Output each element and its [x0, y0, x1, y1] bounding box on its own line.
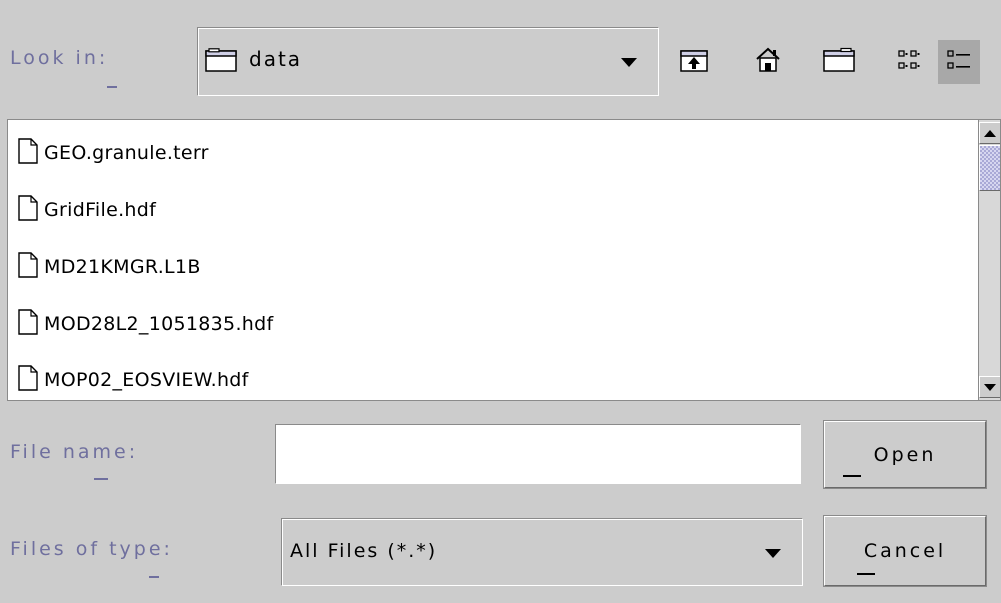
chevron-down-icon[interactable] — [621, 58, 637, 67]
file-name-text: MD21KMGR.L1B — [44, 256, 201, 278]
cancel-button-label: Cancel — [863, 540, 947, 562]
cancel-mnemonic — [857, 573, 875, 575]
list-view-button[interactable] — [893, 45, 927, 79]
file-name-text: MOP02_EOSVIEW.hdf — [44, 369, 249, 391]
scroll-down-button[interactable] — [979, 376, 1000, 398]
cancel-button[interactable]: Cancel — [824, 516, 986, 586]
open-button-label: Open — [873, 443, 937, 466]
look-in-label: Look in: — [10, 47, 109, 69]
file-list[interactable]: GEO.granule.terr GridFile.hdf MD21KMGR.L… — [7, 119, 1001, 401]
file-name-label: File name: — [10, 441, 139, 463]
details-view-icon — [946, 48, 972, 76]
file-list-item[interactable]: MOD28L2_1051835.hdf — [8, 304, 273, 344]
file-icon — [18, 308, 38, 340]
file-list-item[interactable]: MOP02_EOSVIEW.hdf — [8, 360, 249, 400]
file-list-item[interactable]: MD21KMGR.L1B — [8, 247, 201, 287]
files-of-type-value: All Files (*.*) — [290, 540, 438, 562]
new-folder-button[interactable] — [822, 45, 856, 79]
scroll-thumb[interactable] — [979, 145, 1000, 191]
details-view-button[interactable] — [938, 40, 980, 84]
scroll-up-button[interactable] — [979, 122, 1000, 144]
file-name-input[interactable] — [276, 425, 800, 483]
list-view-icon — [897, 48, 923, 76]
file-list-item[interactable]: GEO.granule.terr — [8, 133, 209, 173]
file-name-text: GEO.granule.terr — [44, 142, 209, 164]
home-icon — [753, 46, 783, 78]
folder-icon — [205, 48, 237, 76]
up-one-level-icon — [679, 47, 709, 77]
file-icon — [18, 194, 38, 226]
up-one-level-button[interactable] — [677, 45, 711, 79]
home-button[interactable] — [751, 45, 785, 79]
chevron-down-icon[interactable] — [765, 549, 781, 558]
file-name-mnemonic — [94, 478, 108, 480]
file-icon — [18, 364, 38, 396]
look-in-combo[interactable]: data — [197, 27, 659, 96]
file-icon — [18, 137, 38, 169]
arrow-down-icon — [984, 383, 996, 391]
look-in-value: data — [249, 47, 303, 71]
file-icon — [18, 251, 38, 283]
files-of-type-combo[interactable]: All Files (*.*) — [281, 518, 803, 586]
file-name-field[interactable] — [275, 424, 801, 484]
vertical-scrollbar[interactable] — [978, 120, 1000, 400]
file-name-text: GridFile.hdf — [44, 199, 157, 221]
open-mnemonic — [843, 475, 861, 477]
new-folder-icon — [823, 47, 855, 77]
arrow-up-icon — [984, 129, 996, 137]
files-of-type-label: Files of type: — [10, 538, 173, 560]
files-of-type-mnemonic — [149, 576, 159, 578]
open-button[interactable]: Open — [824, 421, 986, 488]
look-in-mnemonic — [107, 86, 117, 88]
file-name-text: MOD28L2_1051835.hdf — [44, 313, 274, 335]
file-list-item[interactable]: GridFile.hdf — [8, 190, 156, 230]
